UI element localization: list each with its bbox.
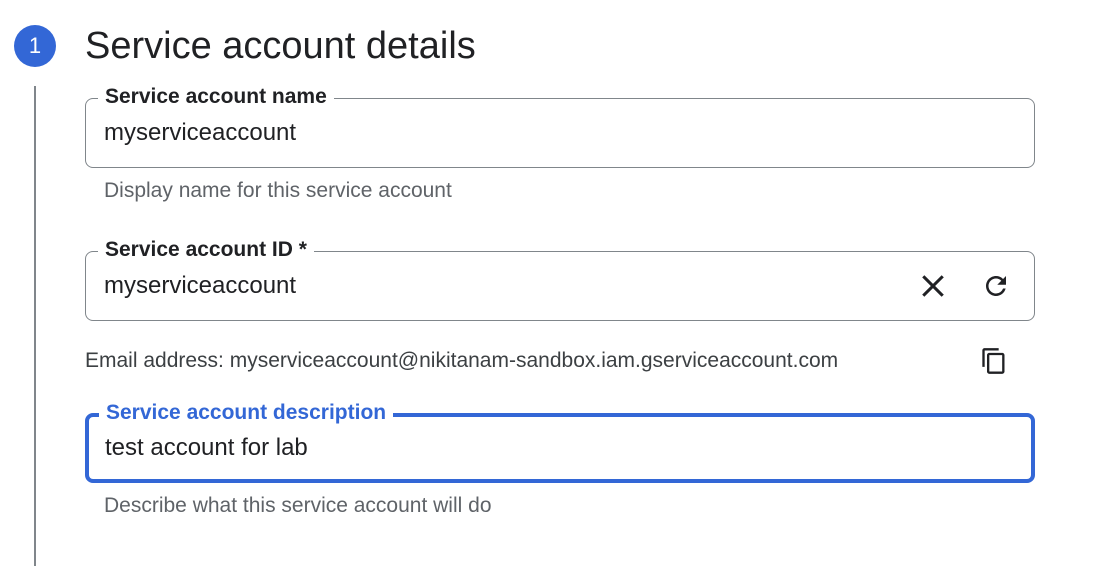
service-account-description-field[interactable]: Service account description test account…	[85, 400, 1035, 483]
service-account-description-hint: Describe what this service account will …	[104, 494, 492, 517]
refresh-icon[interactable]	[978, 268, 1014, 304]
email-address-text: Email address: myserviceaccount@nikitana…	[85, 349, 839, 372]
page-title: Service account details	[85, 25, 476, 67]
step-connector-line	[34, 86, 36, 566]
service-account-name-hint: Display name for this service account	[104, 179, 452, 202]
service-account-id-input[interactable]: myserviceaccount	[104, 252, 296, 320]
copy-icon[interactable]	[976, 343, 1012, 379]
service-account-id-field[interactable]: Service account ID * myserviceaccount	[85, 237, 1035, 321]
close-icon[interactable]	[915, 268, 951, 304]
service-account-description-input[interactable]: test account for lab	[105, 417, 308, 479]
service-account-name-input[interactable]: myserviceaccount	[104, 99, 296, 167]
step-number-badge: 1	[14, 25, 56, 67]
service-account-name-field[interactable]: Service account name myserviceaccount	[85, 84, 1035, 168]
